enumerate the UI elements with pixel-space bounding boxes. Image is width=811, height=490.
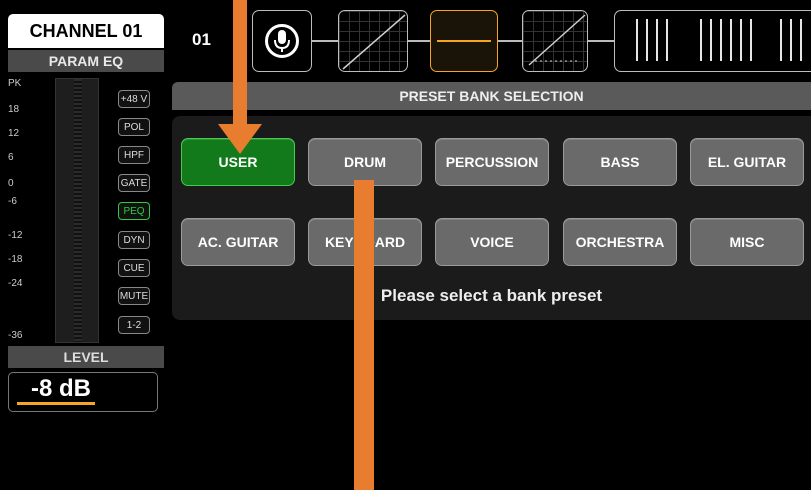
preset-message: Please select a bank preset (380, 286, 603, 305)
scale-6: 6 (8, 152, 14, 163)
preset-header: PRESET BANK SELECTION (172, 82, 811, 110)
tag-polarity[interactable]: POL (118, 118, 150, 136)
annotation-arrow-user (233, 0, 247, 130)
scale-m12: -12 (8, 230, 23, 241)
fader-bank-icon (636, 19, 802, 61)
scale-m24: -24 (8, 278, 23, 289)
tag-phantom[interactable]: +48 V (118, 90, 150, 108)
preset-voice-button[interactable]: VOICE (435, 218, 549, 266)
microphone-icon (265, 24, 299, 58)
mic-glyph-icon (274, 30, 290, 52)
scale-m6: -6 (8, 196, 17, 207)
preset-ac-guitar-button[interactable]: AC. GUITAR (181, 218, 295, 266)
eq-curve-icon (437, 40, 491, 42)
scale-m36: -36 (8, 330, 23, 341)
bottom-strip (0, 420, 811, 490)
scale-0: 0 (8, 178, 14, 189)
channel-number: 01 (192, 30, 211, 49)
tag-link[interactable]: 1-2 (118, 316, 150, 334)
eq-block[interactable] (430, 10, 498, 72)
tag-hpf[interactable]: HPF (118, 146, 150, 164)
gate-block[interactable] (522, 10, 588, 72)
hpf-curve-icon (342, 14, 406, 70)
level-meter (55, 78, 99, 343)
preset-drum-button[interactable]: DRUM (308, 138, 422, 186)
tag-cue[interactable]: CUE (118, 259, 150, 277)
annotation-arrowhead-icon (218, 124, 262, 154)
tag-mute[interactable]: MUTE (118, 287, 150, 305)
annotation-bar-drum (354, 180, 374, 490)
tag-gate[interactable]: GATE (118, 174, 150, 192)
level-bar (17, 402, 95, 405)
gate-curve-icon (528, 14, 586, 66)
preset-percussion-button[interactable]: PERCUSSION (435, 138, 549, 186)
mode-label: PARAM EQ (8, 50, 164, 72)
dynamics-block[interactable] (614, 10, 811, 72)
tag-dyn[interactable]: DYN (118, 231, 150, 249)
channel-title[interactable]: CHANNEL 01 (8, 14, 164, 48)
mic-block[interactable] (252, 10, 312, 72)
hpf-block[interactable] (338, 10, 408, 72)
preset-bass-button[interactable]: BASS (563, 138, 677, 186)
preset-el-guitar-button[interactable]: EL. GUITAR (690, 138, 804, 186)
scale-18: 18 (8, 104, 20, 115)
level-label: LEVEL (8, 346, 164, 368)
level-display[interactable]: -8 dB (8, 372, 158, 412)
scale-m18: -18 (8, 254, 23, 265)
tag-peq[interactable]: PEQ (118, 202, 150, 220)
preset-misc-button[interactable]: MISC (690, 218, 804, 266)
scale-12: 12 (8, 128, 20, 139)
scale-pk: PK (8, 78, 22, 89)
level-value: -8 dB (31, 375, 91, 402)
preset-orchestra-button[interactable]: ORCHESTRA (563, 218, 677, 266)
